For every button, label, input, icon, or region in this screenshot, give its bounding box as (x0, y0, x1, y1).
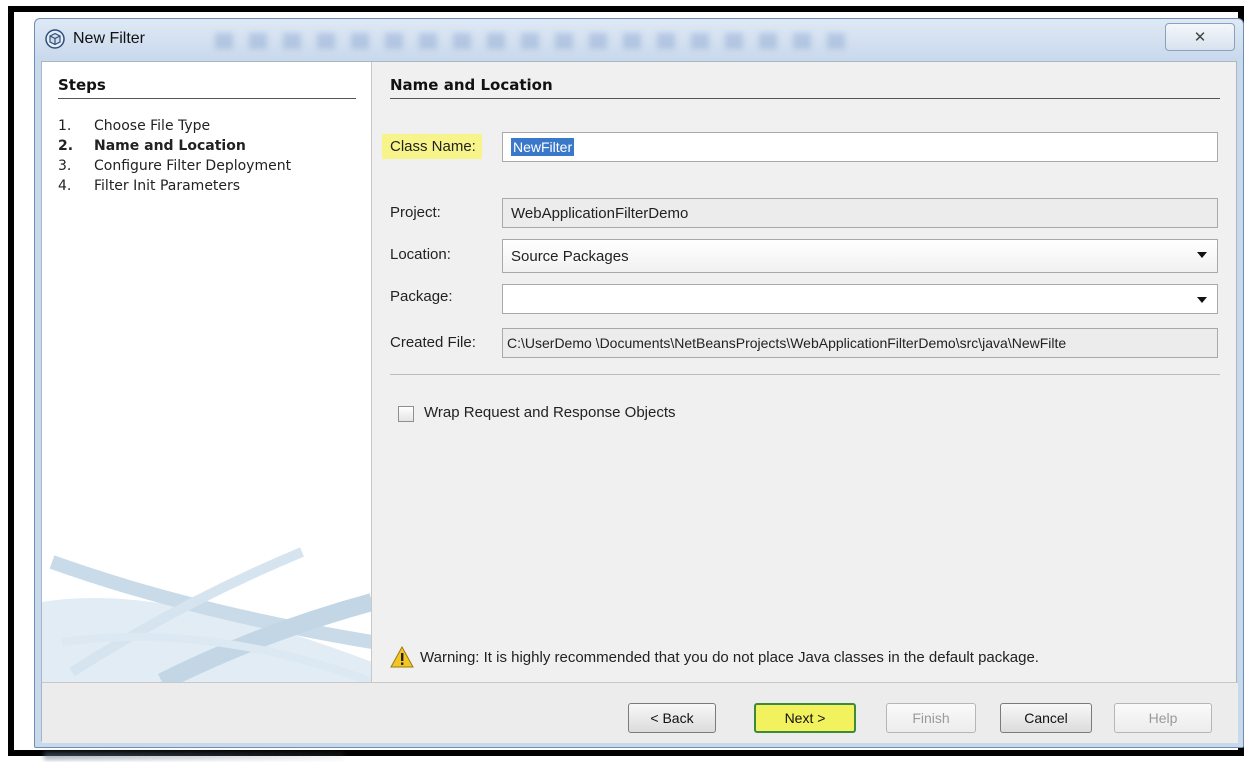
step-number: 4. (58, 178, 72, 194)
help-button[interactable]: Help (1114, 703, 1212, 733)
created-file-value: C:\UserDemo \Documents\NetBeansProjects\… (507, 335, 1067, 351)
step-number: 1. (58, 118, 72, 134)
name-location-form: Name and Location Class Name: NewFilter … (382, 62, 1220, 682)
steps-title: Steps (58, 76, 356, 99)
section-title: Name and Location (390, 76, 1220, 99)
steps-list: 1. Choose File Type 2. Name and Location… (58, 116, 291, 196)
cancel-button-label: Cancel (1024, 710, 1068, 726)
warning-text: Warning: It is highly recommended that y… (420, 648, 1039, 666)
back-button-label: < Back (650, 710, 694, 726)
step-number: 2. (58, 138, 74, 154)
step-item: 3. Configure Filter Deployment (58, 156, 291, 176)
step-label: Choose File Type (94, 118, 211, 134)
dialog-client-area: Steps 1. Choose File Type 2. Name and Lo… (41, 61, 1238, 743)
chevron-down-icon (1197, 252, 1207, 258)
form-divider (390, 374, 1220, 375)
close-icon: ✕ (1193, 29, 1207, 46)
step-label: Configure Filter Deployment (94, 158, 292, 174)
step-label: Name and Location (94, 138, 246, 154)
back-button[interactable]: < Back (628, 703, 716, 733)
package-label: Package: (390, 288, 453, 305)
title-bar-blur (215, 33, 855, 49)
wrap-objects-checkbox[interactable] (398, 406, 414, 422)
finish-button-label: Finish (912, 710, 950, 726)
step-label: Filter Init Parameters (94, 178, 241, 194)
project-field: WebApplicationFilterDemo (502, 198, 1218, 228)
close-button[interactable]: ✕ (1165, 23, 1235, 51)
taskbar-blur (44, 752, 344, 760)
help-button-label: Help (1148, 710, 1178, 726)
created-file-label: Created File: (390, 334, 476, 351)
warning-message: Warning: It is highly recommended that y… (390, 646, 1039, 668)
netbeans-cube-icon (45, 29, 65, 49)
title-bar[interactable]: New Filter ✕ (35, 19, 1243, 61)
created-file-field: C:\UserDemo \Documents\NetBeansProjects\… (502, 328, 1218, 358)
location-value: Source Packages (511, 247, 629, 265)
button-bar: < Back Next > Finish Cancel Help (42, 682, 1238, 743)
class-name-value: NewFilter (511, 138, 575, 156)
new-filter-dialog: New Filter ✕ Steps 1. Choose File Type 2… (34, 18, 1244, 748)
screenshot-frame: New Filter ✕ Steps 1. Choose File Type 2… (8, 6, 1244, 760)
next-button[interactable]: Next > (754, 703, 856, 733)
step-item: 4. Filter Init Parameters (58, 176, 291, 196)
class-name-input[interactable]: NewFilter (502, 132, 1218, 162)
cancel-button[interactable]: Cancel (1000, 703, 1092, 733)
window-title: New Filter (73, 30, 146, 47)
next-button-label: Next > (784, 710, 826, 726)
wrap-objects-label[interactable]: Wrap Request and Response Objects (424, 404, 676, 421)
decorative-swoosh-graphic (42, 547, 371, 682)
project-value: WebApplicationFilterDemo (511, 204, 689, 222)
package-combobox[interactable] (502, 284, 1218, 314)
step-number: 3. (58, 158, 72, 174)
finish-button[interactable]: Finish (886, 703, 976, 733)
warning-icon (390, 646, 414, 668)
project-label: Project: (390, 204, 441, 221)
step-item: 1. Choose File Type (58, 116, 291, 136)
location-dropdown[interactable]: Source Packages (502, 239, 1218, 273)
steps-pane: Steps 1. Choose File Type 2. Name and Lo… (42, 62, 372, 682)
location-label: Location: (390, 246, 451, 263)
step-item-current: 2. Name and Location (58, 136, 291, 156)
class-name-label: Class Name: (382, 134, 482, 159)
chevron-down-icon (1197, 297, 1207, 303)
